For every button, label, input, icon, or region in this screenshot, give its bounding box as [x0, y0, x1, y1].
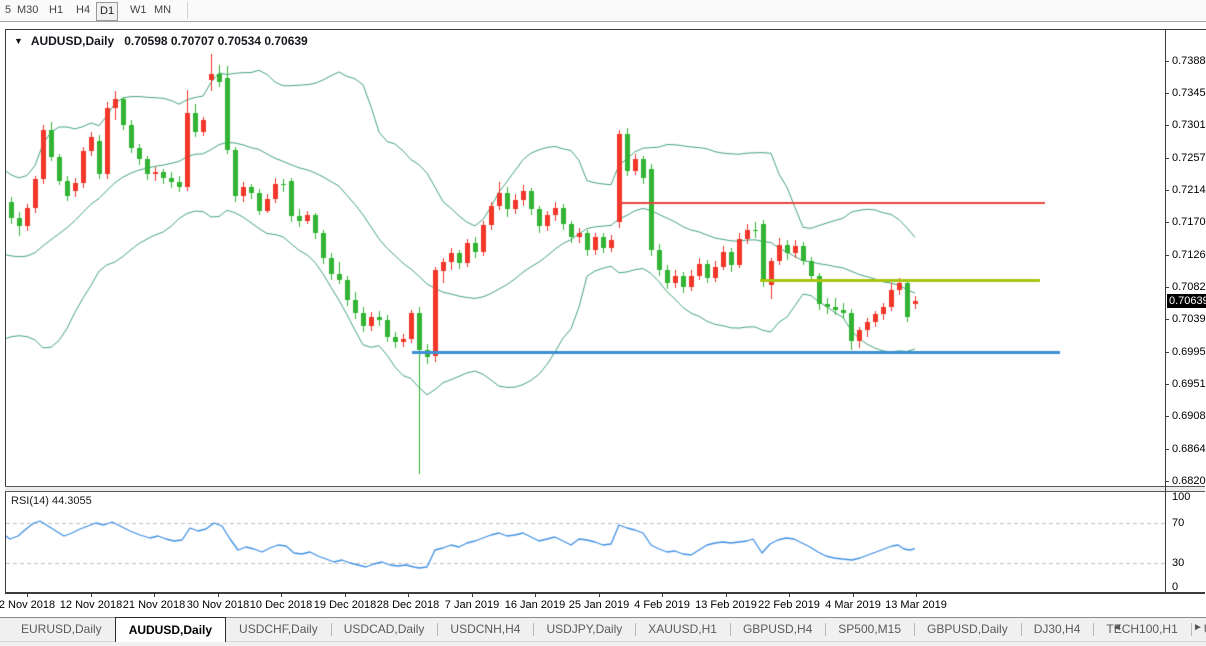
price-chart-canvas[interactable]: [6, 30, 1165, 485]
tab-audusd-daily[interactable]: AUDUSD,Daily: [115, 617, 226, 642]
rsi-axis-label: 100: [1172, 492, 1190, 503]
timeframe-button-h4[interactable]: H4: [73, 2, 93, 19]
price-axis-label: 0.68640: [1172, 444, 1206, 455]
rsi-axis-label: 70: [1172, 518, 1184, 529]
symbol-title: AUDUSD,Daily: [31, 34, 114, 48]
price-axis-tick: [1165, 416, 1169, 417]
trading-platform-window: 5M30 H1 H4D1 W1MN ▼ AUDUSD,Daily 0.70598 0.…: [0, 0, 1206, 646]
date-axis-tick: [853, 594, 854, 597]
tab-gbpusd-daily[interactable]: GBPUSD,Daily: [914, 618, 1021, 642]
date-axis-tick: [27, 594, 28, 597]
date-axis-label: 7 Jan 2019: [445, 599, 499, 611]
date-axis-tick: [599, 594, 600, 597]
price-axis-tick: [1165, 449, 1169, 450]
rsi-indicator-label: RSI(14) 44.3055: [11, 495, 92, 507]
tab-usdchf-daily[interactable]: USDCHF,Daily: [226, 618, 331, 642]
price-axis-label: 0.69950: [1172, 347, 1206, 358]
price-axis-tick: [1165, 93, 1169, 94]
date-axis-tick: [916, 594, 917, 597]
price-axis-label: 0.68200: [1172, 476, 1206, 487]
price-axis-label: 0.69080: [1172, 411, 1206, 422]
price-axis-tick: [1165, 319, 1169, 320]
price-axis-label: 0.70390: [1172, 314, 1206, 325]
price-axis-label: 0.73450: [1172, 88, 1206, 99]
price-axis-separator: [1165, 29, 1166, 593]
tab-sp500-m15[interactable]: SP500,M15: [825, 618, 914, 642]
timeframe-button-h1[interactable]: H1: [46, 2, 66, 19]
tab-scroll-left-icon[interactable]: ◄: [1112, 622, 1122, 633]
tab-eurusd-daily[interactable]: EURUSD,Daily: [8, 618, 115, 642]
price-axis-tick: [1165, 481, 1169, 482]
date-axis-label: 16 Jan 2019: [505, 599, 566, 611]
price-axis-label: 0.73880: [1172, 56, 1206, 67]
price-axis-tick: [1165, 158, 1169, 159]
tab-scroll-right-icon[interactable]: ►: [1193, 622, 1203, 633]
tab-xauusd-h1[interactable]: XAUUSD,H1: [635, 618, 730, 642]
price-axis-tick: [1165, 255, 1169, 256]
date-axis-label: 19 Dec 2018: [314, 599, 376, 611]
price-axis-label: 0.71700: [1172, 217, 1206, 228]
timeframe-button-m30[interactable]: M30: [14, 2, 41, 19]
date-axis-tick: [154, 594, 155, 597]
price-axis-label: 0.72570: [1172, 153, 1206, 164]
date-axis-label: 13 Mar 2019: [885, 599, 947, 611]
date-axis-label: 4 Mar 2019: [825, 599, 881, 611]
price-axis-tick: [1165, 287, 1169, 288]
date-axis-label: 30 Nov 2018: [187, 599, 249, 611]
price-axis-tick: [1165, 384, 1169, 385]
date-axis-label: 4 Feb 2019: [634, 599, 690, 611]
tab-usdcad-daily[interactable]: USDCAD,Daily: [331, 618, 438, 642]
price-axis-tick: [1165, 222, 1169, 223]
date-axis-label: 21 Nov 2018: [123, 599, 185, 611]
date-axis: 2 Nov 2018 12 Nov 201821 Nov 201830 Nov 2…: [0, 594, 1206, 617]
date-axis-label: 22 Feb 2019: [758, 599, 820, 611]
date-axis-label: 28 Dec 2018: [377, 599, 439, 611]
tab-gbpusd-h4[interactable]: GBPUSD,H4: [730, 618, 825, 642]
date-axis-label: 10 Dec 2018: [250, 599, 312, 611]
date-axis-tick: [281, 594, 282, 597]
date-axis-tick: [726, 594, 727, 597]
tab-dj30-h4[interactable]: DJ30,H4: [1021, 618, 1094, 642]
date-axis-label: 25 Jan 2019: [569, 599, 630, 611]
tab-usdjpy-daily[interactable]: USDJPY,Daily: [533, 618, 635, 642]
chart-tabs: EURUSD,DailyAUDUSD,DailyUSDCHF,DailyUSDC…: [8, 618, 1206, 642]
rsi-axis-label: 30: [1172, 558, 1184, 569]
price-axis-tick: [1165, 190, 1169, 191]
price-axis-label: 0.71260: [1172, 250, 1206, 261]
rsi-top-border: [5, 491, 1205, 492]
price-axis-tick: [1165, 125, 1169, 126]
date-axis-tick: [218, 594, 219, 597]
date-axis-label: 12 Nov 2018: [60, 599, 122, 611]
chevron-down-icon[interactable]: ▼: [14, 36, 23, 46]
price-axis-tick: [1165, 61, 1169, 62]
timeframe-button-mn[interactable]: MN: [151, 2, 174, 19]
date-axis-tick: [408, 594, 409, 597]
current-price-badge: 0.70639: [1167, 294, 1206, 308]
date-axis-tick: [789, 594, 790, 597]
price-axis-label: 0.72140: [1172, 185, 1206, 196]
date-axis-label: 13 Feb 2019: [695, 599, 757, 611]
timeframe-button-5[interactable]: 5: [2, 2, 14, 19]
price-axis-tick: [1165, 352, 1169, 353]
price-axis-label: 0.69510: [1172, 379, 1206, 390]
timeframe-toolbar: 5M30 H1 H4D1 W1MN: [0, 0, 1206, 22]
date-axis-tick: [345, 594, 346, 597]
rsi-chart-canvas[interactable]: [6, 493, 1165, 592]
date-axis-tick: [535, 594, 536, 597]
rsi-axis-label: 0: [1172, 582, 1178, 593]
date-axis-tick: [91, 594, 92, 597]
toolbar-separator: [187, 2, 188, 19]
timeframe-button-w1[interactable]: W1: [127, 2, 150, 19]
date-axis-tick: [662, 594, 663, 597]
symbol-ohlc-info[interactable]: ▼ AUDUSD,Daily 0.70598 0.70707 0.70534 0…: [14, 34, 308, 48]
date-axis-label: 2 Nov 2018: [0, 599, 55, 611]
price-axis-label: 0.70820: [1172, 282, 1206, 293]
tab-tech100-h1[interactable]: TECH100,H1: [1093, 618, 1190, 642]
price-axis-label: 0.73010: [1172, 120, 1206, 131]
tab-usdcnh-h4[interactable]: USDCNH,H4: [437, 618, 533, 642]
date-axis-tick: [472, 594, 473, 597]
ohlc-values: 0.70598 0.70707 0.70534 0.70639: [124, 34, 308, 48]
timeframe-button-d1[interactable]: D1: [96, 2, 118, 21]
